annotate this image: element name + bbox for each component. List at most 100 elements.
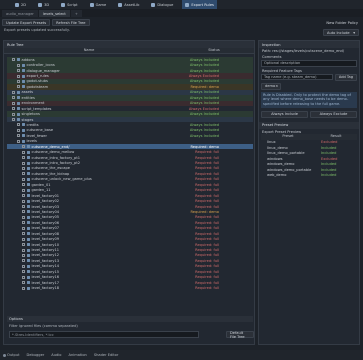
checkbox-icon[interactable] (17, 139, 20, 143)
tree-row[interactable]: singletons Always Included (7, 111, 253, 117)
default-file-tree-button[interactable]: Default File Tree (226, 331, 254, 339)
checkbox-icon[interactable] (17, 134, 20, 138)
checkbox-icon[interactable] (17, 85, 20, 89)
checkbox-icon[interactable] (22, 145, 25, 149)
tag-input[interactable]: Tag name (e.g. steam_demo) (261, 73, 333, 80)
checkbox-icon[interactable] (22, 264, 25, 268)
tag-chip-demo[interactable]: demo × (261, 82, 281, 90)
tree-row[interactable]: level_factory10 Required: full (7, 242, 253, 247)
tree-row[interactable]: export_rules Always Excluded (7, 73, 253, 79)
rule-tree[interactable]: addons Always Included controller_icons Alw… (7, 57, 253, 313)
tree-row[interactable]: credits Always Included (7, 122, 253, 127)
checkbox-icon[interactable] (22, 286, 25, 290)
tree-row[interactable]: assets Always Included (7, 89, 253, 96)
tree-row[interactable]: godot-stubs Always Included (7, 78, 253, 85)
tree-row[interactable]: cutscene_base Always Included (7, 128, 253, 133)
tree-row[interactable]: cutscene_demo_end/Required: demo (7, 144, 253, 150)
always-include-button[interactable]: Always Include (261, 110, 308, 118)
tree-row[interactable]: garden_11 Required: full (7, 188, 253, 193)
checkbox-icon[interactable] (22, 281, 25, 285)
checkbox-icon[interactable] (22, 183, 25, 187)
tree-row[interactable]: level_factory15 Required: full (7, 269, 253, 274)
tree-row[interactable]: addons Always Included (7, 57, 253, 63)
workspace-tab[interactable]: 3D (35, 0, 52, 9)
tree-row[interactable]: level_factory14 Required: full (7, 264, 253, 269)
comments-input[interactable]: Optional description (261, 60, 357, 67)
tree-row[interactable]: level_factory17 Required: full (7, 280, 253, 285)
workspace-tab[interactable]: Dialogue (148, 0, 176, 9)
tree-row[interactable]: level_factory02 Required: full (7, 198, 253, 203)
checkbox-icon[interactable] (22, 275, 25, 279)
scene-tab[interactable]: audio_manager (2, 10, 38, 17)
tree-row[interactable]: controller_icons Always Included (7, 62, 253, 68)
tree-row[interactable]: script_templates Always Excluded (7, 106, 253, 111)
workspace-tab[interactable]: Script (58, 0, 80, 9)
tree-row[interactable]: cutscene_unlock_new_game_plus Required: f… (7, 177, 253, 182)
tree-row[interactable]: level_factory06 Required: full (7, 220, 253, 225)
tree-row[interactable]: level_factory12 Required: full (7, 253, 253, 258)
workspace-tab[interactable]: Game (87, 0, 110, 9)
tree-row[interactable]: cutscene_the_escape Required: full (7, 166, 253, 171)
checkbox-icon[interactable] (22, 156, 25, 160)
tree-row[interactable]: entities Always Included (7, 95, 253, 101)
tree-row[interactable]: cutscene_the_kidnap Required: full (7, 171, 253, 176)
bottom-tab[interactable]: Shader Editor (94, 353, 119, 357)
checkbox-icon[interactable] (22, 161, 25, 165)
refresh-file-tree-button[interactable]: Refresh File Tree (52, 19, 90, 26)
tree-row[interactable]: godotsteam Required: demo (7, 84, 253, 90)
tree-row[interactable]: level_factory05 Required: full (7, 215, 253, 220)
checkbox-icon[interactable] (17, 69, 20, 73)
bottom-tab[interactable]: Animation (69, 353, 87, 357)
tree-row[interactable]: level_factory08 Required: full (7, 231, 253, 236)
checkbox-icon[interactable] (12, 101, 15, 105)
checkbox-icon[interactable] (22, 259, 25, 263)
tree-row[interactable]: cutscene_intro_factory_pt1 Required: full (7, 155, 253, 160)
tree-row[interactable]: level_fewer Always Included (7, 133, 253, 138)
checkbox-icon[interactable] (22, 199, 25, 203)
checkbox-icon[interactable] (22, 215, 25, 219)
checkbox-icon[interactable] (22, 248, 25, 252)
checkbox-icon[interactable] (17, 63, 20, 67)
bottom-tab[interactable]: Debugger (26, 353, 44, 357)
checkbox-icon[interactable] (12, 58, 15, 62)
checkbox-icon[interactable] (22, 188, 25, 192)
checkbox-icon[interactable] (12, 112, 15, 116)
add-tag-button[interactable]: Add Tag (334, 73, 357, 81)
close-icon[interactable]: × (275, 84, 278, 88)
checkbox-icon[interactable] (22, 150, 25, 154)
tree-row[interactable]: cutscene_demo_mellow Required: full (7, 149, 253, 154)
checkbox-icon[interactable] (22, 270, 25, 274)
checkbox-icon[interactable] (22, 232, 25, 236)
tree-row[interactable]: garden_01 Required: full (7, 182, 253, 187)
checkbox-icon[interactable] (17, 128, 20, 132)
tree-row[interactable]: level_factory07 Required: full (7, 226, 253, 231)
checkbox-icon[interactable] (12, 90, 15, 94)
checkbox-icon[interactable] (12, 118, 15, 122)
update-export-presets-button[interactable]: Update Export Presets (2, 19, 51, 26)
tree-row[interactable]: level_factory13 Required: full (7, 258, 253, 263)
tree-row[interactable]: cutscene_intro_factory_pt2 Required: full (7, 160, 253, 165)
workspace-tab[interactable]: Export Rules (182, 0, 217, 9)
checkbox-icon[interactable] (22, 237, 25, 241)
tree-row[interactable]: level_factory09 Required: full (7, 236, 253, 241)
scene-tab[interactable]: + (70, 10, 82, 17)
checkbox-icon[interactable] (22, 253, 25, 257)
tree-row[interactable]: level_factory01 Required: full (7, 193, 253, 198)
checkbox-icon[interactable] (22, 221, 25, 225)
checkbox-icon[interactable] (17, 79, 20, 83)
checkbox-icon[interactable] (22, 226, 25, 230)
workspace-tab[interactable]: 2D (12, 0, 29, 9)
tree-row[interactable]: level_factory11 Required: full (7, 247, 253, 252)
workspace-tab[interactable]: AssetLib (115, 0, 142, 9)
bottom-tab[interactable]: Output (3, 353, 19, 357)
checkbox-icon[interactable] (17, 123, 20, 127)
checkbox-icon[interactable] (22, 172, 25, 176)
checkbox-icon[interactable] (12, 96, 15, 100)
auto-include-dropdown[interactable]: Auto Include ▾ (323, 29, 359, 36)
tree-row[interactable]: level_factory03 Required: full (7, 204, 253, 209)
checkbox-icon[interactable] (12, 107, 15, 111)
tree-row[interactable]: level_factory04 Required: demo (7, 209, 253, 214)
checkbox-icon[interactable] (22, 205, 25, 209)
checkbox-icon[interactable] (22, 177, 25, 181)
checkbox-icon[interactable] (22, 210, 25, 214)
